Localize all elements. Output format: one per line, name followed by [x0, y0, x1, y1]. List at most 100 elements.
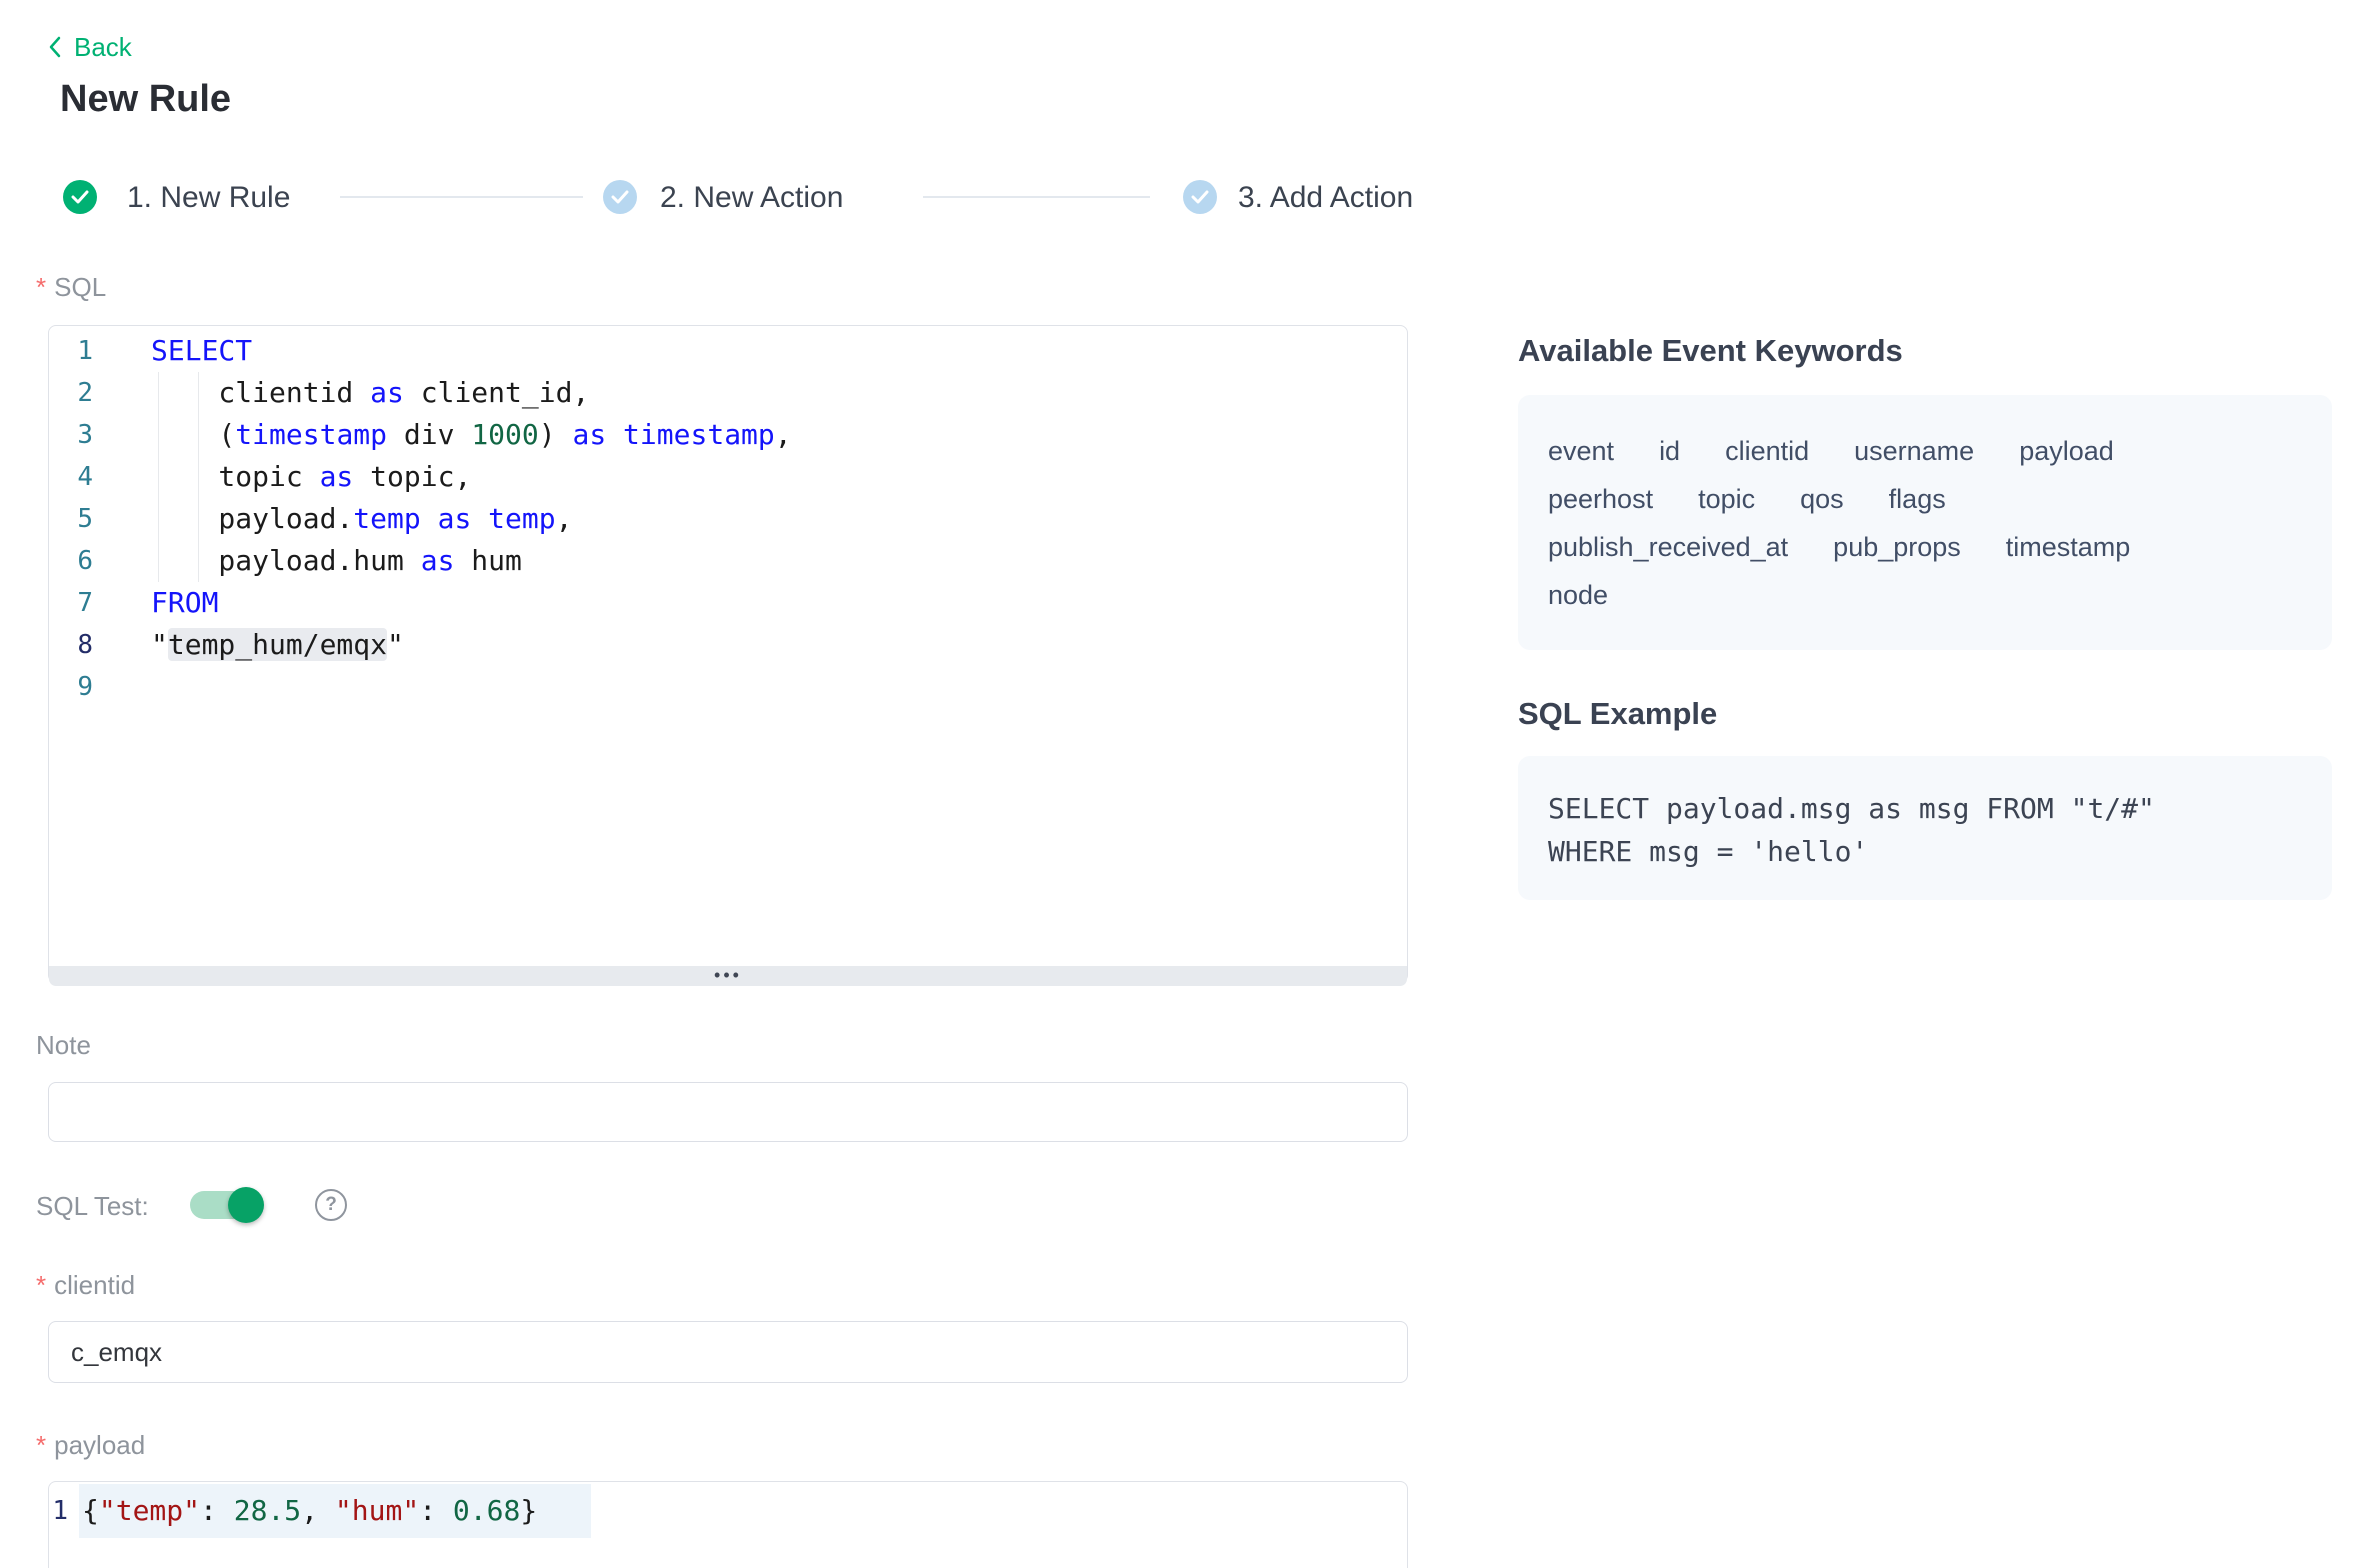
step-1-check-icon: [63, 180, 97, 214]
clientid-value: c_emqx: [71, 1337, 162, 1368]
code-token: {: [82, 1494, 99, 1527]
step-2-label: 2. New Action: [660, 181, 843, 215]
sql-example-line: WHERE msg = 'hello': [1548, 830, 2302, 873]
line-number: 4: [49, 456, 93, 498]
code-token: FROM: [151, 586, 218, 619]
note-label: Note: [36, 1030, 91, 1061]
code-token: as: [370, 376, 404, 409]
code-token: as: [572, 418, 606, 451]
code-token: "temp": [99, 1494, 200, 1527]
code-token: as: [438, 502, 472, 535]
code-line: 7 FROM: [49, 582, 1407, 624]
code-line: 2 clientid as client_id,: [49, 372, 1407, 414]
sql-test-toggle[interactable]: [190, 1191, 258, 1219]
code-line: 3 (timestamp div 1000) as timestamp,: [49, 414, 1407, 456]
note-input[interactable]: [48, 1082, 1408, 1142]
page-title: New Rule: [60, 78, 231, 121]
code-token: [471, 502, 488, 535]
sql-code-area[interactable]: 1SELECT2 clientid as client_id,3 (timest…: [49, 326, 1407, 966]
line-number: 1: [49, 1484, 68, 1538]
code-token: topic: [151, 460, 320, 493]
keyword-row: node: [1548, 571, 2302, 619]
code-token: [606, 418, 623, 451]
line-number: 5: [49, 498, 93, 540]
sql-field-label: *SQL: [36, 272, 106, 303]
code-token: timestamp: [235, 418, 387, 451]
clientid-input[interactable]: c_emqx: [48, 1321, 1408, 1383]
code-token: as: [421, 544, 455, 577]
code-token: clientid: [151, 376, 370, 409]
code-token: 1000: [471, 418, 538, 451]
event-keyword: clientid: [1725, 427, 1809, 475]
code-token: temp_hum/emqx: [168, 628, 387, 661]
back-label: Back: [74, 32, 132, 63]
required-asterisk: *: [36, 1430, 46, 1460]
step-connector: [340, 196, 583, 198]
event-keyword: pub_props: [1833, 523, 1961, 571]
editor-resize-handle[interactable]: •••: [49, 966, 1407, 986]
code-token: div: [387, 418, 471, 451]
event-keywords-panel: eventidclientidusernamepayloadpeerhostto…: [1518, 395, 2332, 650]
step-1-label: 1. New Rule: [127, 181, 290, 215]
sql-example-line: SELECT payload.msg as msg FROM "t/#": [1548, 787, 2302, 830]
code-token: temp: [353, 502, 420, 535]
code-line: 5 payload.temp as temp,: [49, 498, 1407, 540]
event-keyword: timestamp: [2006, 523, 2131, 571]
code-line: 1SELECT: [49, 330, 1407, 372]
step-connector: [923, 196, 1150, 198]
event-keyword: node: [1548, 571, 1608, 619]
code-token: "hum": [335, 1494, 419, 1527]
event-keyword: payload: [2019, 427, 2114, 475]
event-keyword: peerhost: [1548, 475, 1653, 523]
code-line: 9: [49, 666, 1407, 708]
code-token: ): [539, 418, 573, 451]
keyword-row: peerhost topic qos flags: [1548, 475, 2302, 523]
code-token: timestamp: [623, 418, 775, 451]
line-number: 7: [49, 582, 93, 624]
clientid-label: *clientid: [36, 1270, 135, 1301]
sql-example-heading: SQL Example: [1518, 696, 1717, 732]
payload-code-editor[interactable]: 1{"temp": 28.5, "hum": 0.68}: [48, 1481, 1408, 1568]
code-token: }: [520, 1494, 537, 1527]
toggle-knob: [228, 1187, 264, 1223]
code-token: :: [419, 1494, 453, 1527]
code-token: ,: [775, 418, 792, 451]
event-keyword: flags: [1889, 475, 1946, 523]
step-2-check-icon: [603, 180, 637, 214]
line-number: 9: [49, 666, 93, 708]
required-asterisk: *: [36, 1270, 46, 1300]
code-token: 28.5: [234, 1494, 301, 1527]
help-question-icon[interactable]: ?: [315, 1189, 347, 1221]
step-3-label: 3. Add Action: [1238, 181, 1413, 215]
code-token: temp: [488, 502, 555, 535]
line-number: 8: [49, 624, 93, 666]
line-number: 3: [49, 414, 93, 456]
event-keyword: id: [1659, 427, 1680, 475]
keyword-row: eventidclientidusernamepayload: [1548, 427, 2302, 475]
event-keyword: event: [1548, 427, 1614, 475]
sql-example-panel: SELECT payload.msg as msg FROM "t/#"WHER…: [1518, 756, 2332, 900]
code-token: SELECT: [151, 334, 252, 367]
keyword-row: publish_received_atpub_propstimestamp: [1548, 523, 2302, 571]
code-token: hum: [454, 544, 521, 577]
required-asterisk: *: [36, 272, 46, 302]
code-token: 0.68: [453, 1494, 520, 1527]
sql-code-editor[interactable]: 1SELECT2 clientid as client_id,3 (timest…: [48, 325, 1408, 983]
code-line: 8"temp_hum/emqx": [49, 624, 1407, 666]
code-token: ": [151, 628, 168, 661]
event-keyword: topic: [1698, 475, 1755, 523]
back-link[interactable]: Back: [46, 33, 132, 61]
code-line: 1{"temp": 28.5, "hum": 0.68}: [49, 1484, 1407, 1538]
line-number: 6: [49, 540, 93, 582]
code-token: payload.: [151, 502, 353, 535]
event-keyword: qos: [1800, 475, 1844, 523]
line-number: 2: [49, 372, 93, 414]
code-token: [421, 502, 438, 535]
keywords-heading: Available Event Keywords: [1518, 333, 1903, 369]
code-token: topic,: [353, 460, 471, 493]
sql-test-label: SQL Test:: [36, 1191, 149, 1222]
code-token: client_id,: [404, 376, 589, 409]
step-3-check-icon: [1183, 180, 1217, 214]
code-token: :: [200, 1494, 234, 1527]
code-token: payload.hum: [151, 544, 421, 577]
